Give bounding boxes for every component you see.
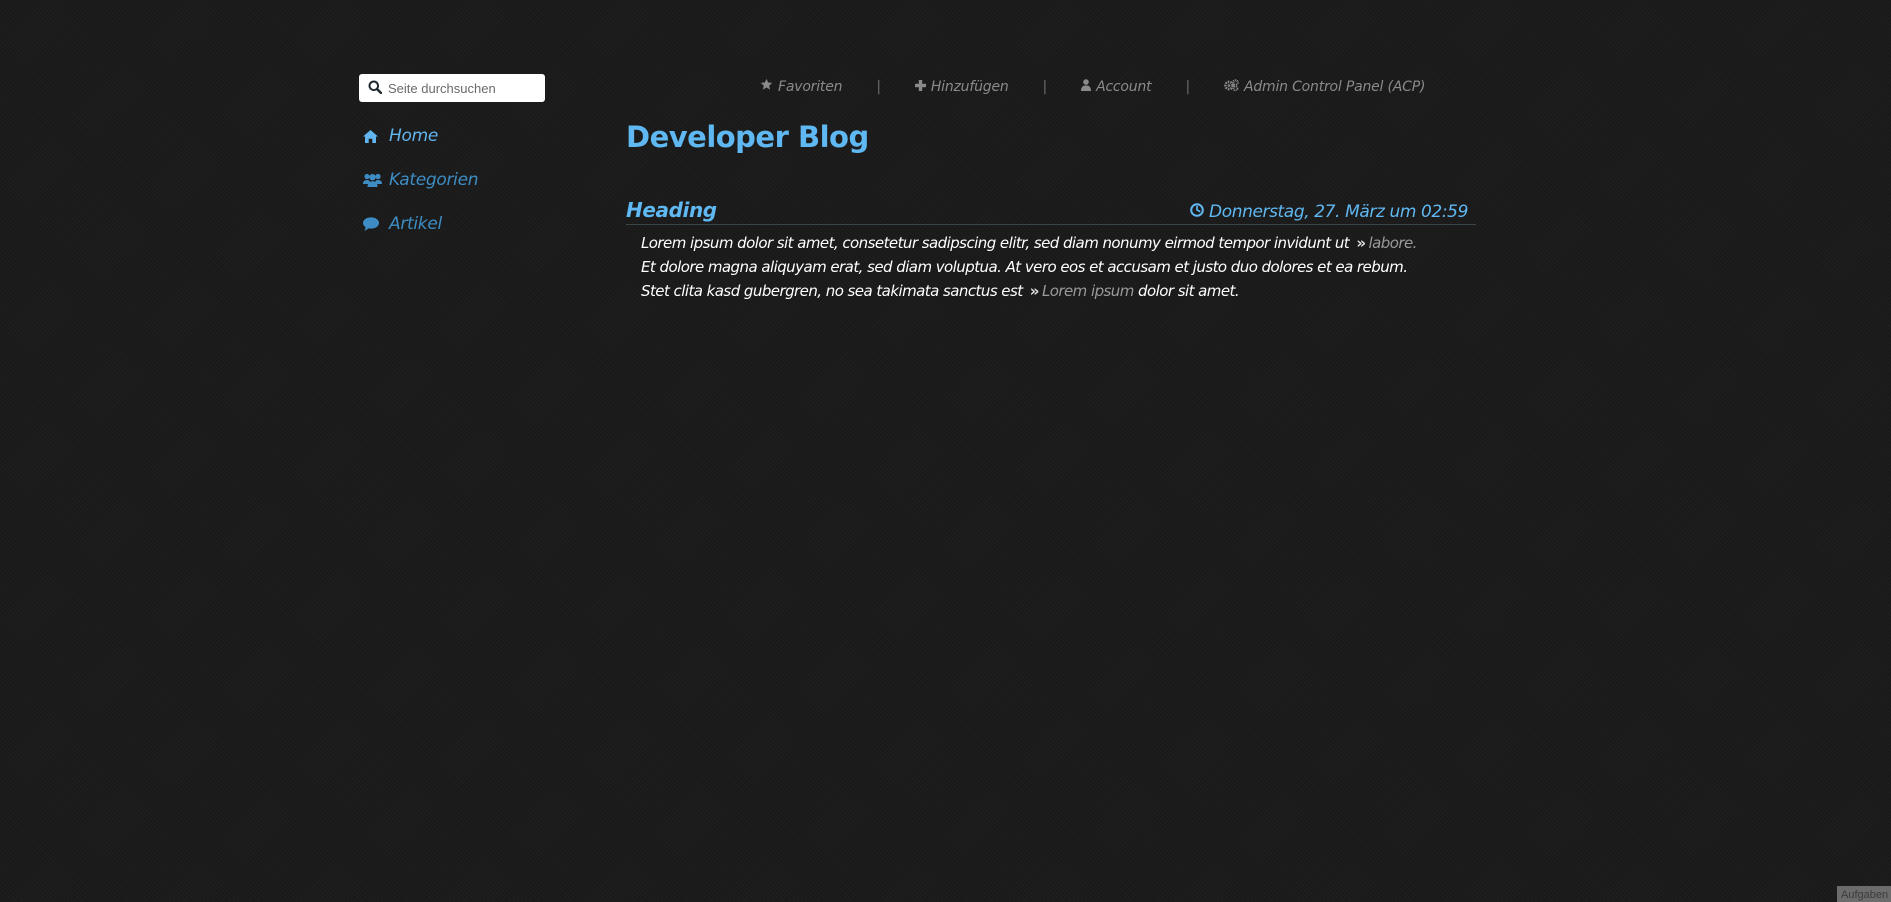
post-link-labore[interactable]: labore.	[1368, 234, 1417, 252]
nav-account[interactable]: Account	[1081, 78, 1152, 95]
page-title: Developer Blog	[626, 120, 869, 154]
post-body: Lorem ipsum dolor sit amet, consetetur s…	[641, 231, 1421, 303]
nav-separator: |	[1185, 78, 1190, 95]
sidebar-item-label: Artikel	[389, 214, 442, 234]
sidebar-item-label: Home	[389, 126, 439, 146]
post-heading[interactable]: Heading	[626, 198, 717, 222]
post-date: Donnerstag, 27. März um 02:59	[1190, 202, 1468, 222]
home-icon	[363, 129, 383, 143]
post-body-text: dolor sit amet.	[1138, 282, 1240, 300]
double-chevron-right-icon: »	[1356, 234, 1366, 252]
sidebar-item-kategorien[interactable]: Kategorien	[363, 158, 563, 202]
comment-icon	[363, 217, 383, 231]
search-icon	[368, 79, 383, 98]
blog-post: Heading Donnerstag, 27. März um 02:59 Lo…	[626, 188, 1476, 303]
nav-favoriten[interactable]: Favoriten	[760, 78, 843, 95]
double-chevron-right-icon: »	[1029, 282, 1040, 300]
user-icon	[1081, 78, 1096, 95]
nav-admin-control-panel[interactable]: Admin Control Panel (ACP)	[1224, 79, 1425, 95]
search-input[interactable]	[388, 80, 538, 96]
nav-separator: |	[876, 78, 881, 95]
nav-separator: |	[1042, 78, 1048, 95]
sidebar-item-label: Kategorien	[389, 170, 479, 190]
cogs-icon	[1224, 78, 1244, 95]
post-body-text: Et dolore magna aliquyam erat, sed diam …	[641, 258, 1408, 300]
users-icon	[363, 173, 383, 187]
sidebar: Home Kategorien Artikel	[363, 114, 563, 246]
search-box[interactable]	[359, 74, 545, 102]
sidebar-item-artikel[interactable]: Artikel	[363, 202, 563, 246]
star-icon	[760, 78, 778, 95]
post-link-lorem-ipsum[interactable]: Lorem ipsum	[1042, 282, 1134, 300]
post-header: Heading Donnerstag, 27. März um 02:59	[626, 188, 1476, 225]
corner-tab[interactable]: Aufgaben	[1837, 886, 1891, 902]
nav-hinzufuegen[interactable]: Hinzufügen	[914, 79, 1009, 95]
top-navigation: Favoriten | Hinzufügen | Account | Admin…	[760, 78, 1425, 95]
post-body-text: Lorem ipsum dolor sit amet, consetetur s…	[641, 234, 1350, 252]
clock-icon	[1190, 202, 1209, 222]
post-date-text: Donnerstag, 27. März um 02:59	[1209, 202, 1468, 222]
sidebar-item-home[interactable]: Home	[363, 114, 563, 158]
plus-icon	[914, 79, 931, 95]
